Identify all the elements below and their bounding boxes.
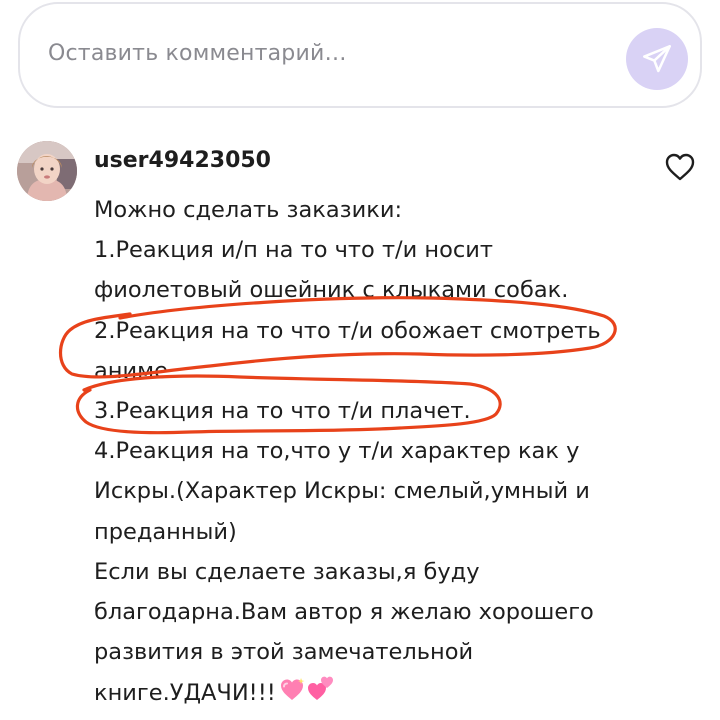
user-avatar[interactable] xyxy=(17,141,77,201)
comment-line: 1.Реакция и/п на то что т/и носит xyxy=(94,237,493,264)
emoji-group xyxy=(278,672,336,715)
comment-line: преданный) xyxy=(94,518,237,545)
comment-line: благодарна.Вам автор я желаю хорошего xyxy=(94,598,594,625)
comment-line: фиолетовый ошейник с клыками собак. xyxy=(94,277,569,304)
comment-line: 3.Реакция на то что т/и плачет. xyxy=(94,397,471,424)
comment-text: Можно сделать заказики: 1.Реакция и/п на… xyxy=(94,190,694,712)
like-button[interactable] xyxy=(664,152,696,182)
comment-line: аниме. xyxy=(94,357,176,384)
comment-line: Можно сделать заказики: xyxy=(94,197,403,223)
avatar-photo xyxy=(17,141,77,201)
comment-line: 2.Реакция на то что т/и обожает смотреть xyxy=(94,317,601,344)
comment-line-last: книге.УДАЧИ!!! xyxy=(94,672,694,712)
heart-outline-icon xyxy=(665,153,695,181)
comments-screen: Оставить комментарий… user49423050 Можно xyxy=(0,0,720,720)
two-hearts-emoji xyxy=(307,676,333,701)
sparkling-heart-emoji xyxy=(280,678,305,701)
send-button[interactable] xyxy=(626,28,688,90)
comment-line: развития в этой замечательной xyxy=(94,639,474,666)
paper-plane-icon xyxy=(643,45,671,73)
comment-line: 4.Реакция на то,что у т/и характер как у xyxy=(94,438,580,465)
comment-line: Если вы сделаете заказы,я буду xyxy=(94,558,480,585)
comment-line-text: книге.УДАЧИ!!! xyxy=(94,680,276,707)
comment-username[interactable]: user49423050 xyxy=(94,148,271,173)
comment-input[interactable]: Оставить комментарий… xyxy=(48,41,347,66)
comment-input-bar[interactable]: Оставить комментарий… xyxy=(18,2,702,108)
comment-line: Искры.(Характер Искры: смелый,умный и xyxy=(94,478,590,505)
